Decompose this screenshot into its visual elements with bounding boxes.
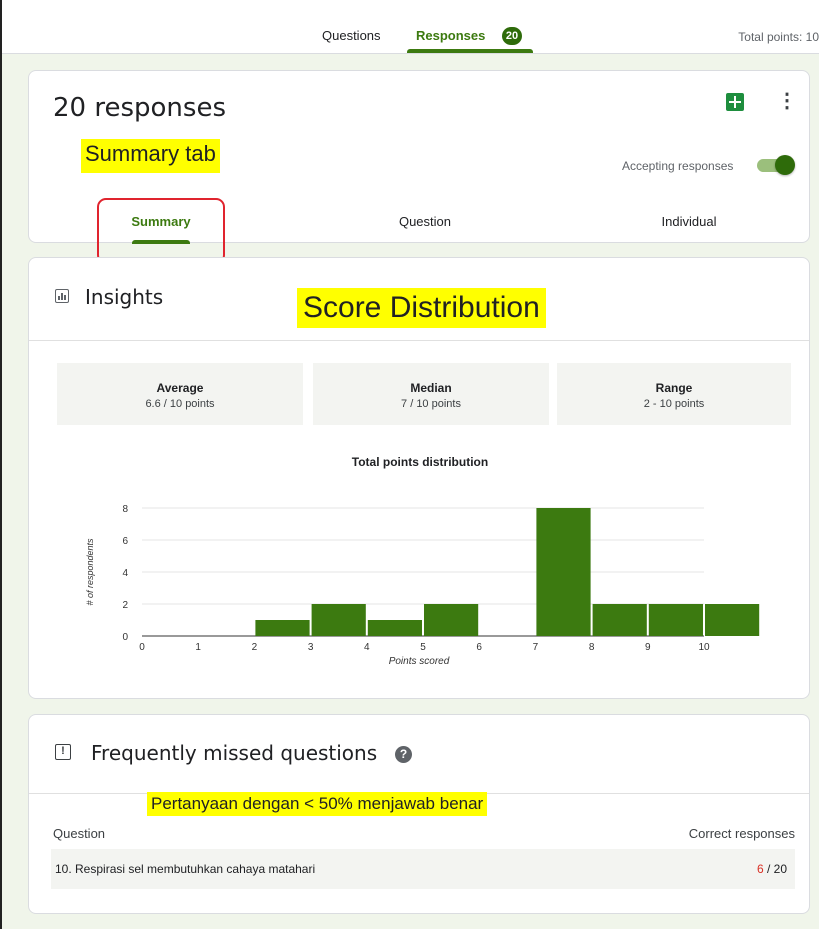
insights-title: Insights [85,285,164,309]
alert-icon: ! [55,744,71,760]
divider [29,340,809,341]
x-tick-label: 4 [364,642,370,653]
tab-responses[interactable]: Responses [416,28,485,43]
stat-value: 7 / 10 points [401,398,461,410]
missed-question-row[interactable]: 10. Respirasi sel membutuhkan cahaya mat… [51,849,795,889]
y-tick-label: 4 [122,568,128,579]
bar [705,604,760,636]
column-header-question: Question [53,826,106,841]
sheets-icon[interactable] [726,93,744,111]
page-title: 20 responses [53,93,226,123]
accepting-responses-toggle[interactable] [757,155,797,175]
y-tick-label: 0 [122,632,128,643]
stat-range: Range 2 - 10 points [557,363,791,425]
stat-value: 6.6 / 10 points [145,398,215,410]
stat-value: 2 - 10 points [643,398,705,410]
top-bar: Questions Responses 20 Total points: 10 [2,0,819,54]
bar [255,620,310,636]
insights-card: Insights Score Distribution Average 6.6 … [28,257,810,699]
x-tick-label: 7 [533,642,539,653]
correct-count: 6 [756,862,764,876]
responses-count-badge: 20 [502,27,522,45]
column-header-correct: Correct responses [688,826,795,841]
x-tick-label: 2 [252,642,258,653]
x-tick-label: 10 [698,642,710,653]
x-tick-label: 3 [308,642,314,653]
toggle-knob [775,155,795,175]
correct-score: 6 / 20 [757,862,787,876]
insights-chart-icon [55,289,69,303]
active-tab-indicator [407,49,533,53]
annotation-missed-questions: Pertanyaan dengan < 50% menjawab benar [147,792,488,816]
stat-label: Median [410,381,452,395]
accepting-responses-label: Accepting responses [622,159,734,173]
correct-total: / 20 [763,862,787,876]
x-tick-label: 0 [139,642,145,653]
responses-header-card: 20 responses ⋮ Summary tab Accepting res… [28,70,810,264]
points-distribution-chart: 0 2 4 6 8 0 1 2 3 4 5 6 7 8 9 10 Points scored # of respo… [85,504,760,667]
more-options-icon[interactable]: ⋮ [777,91,797,113]
x-axis-label: Points scored [389,656,450,667]
stat-median: Median 7 / 10 points [313,363,549,425]
help-icon[interactable]: ? [395,746,412,763]
bar [648,604,703,636]
tab-questions[interactable]: Questions [322,28,381,43]
bar [424,604,479,636]
bar [592,604,647,636]
y-tick-label: 2 [122,600,128,611]
x-tick-label: 9 [645,642,651,653]
x-tick-label: 8 [589,642,595,653]
total-points: Total points: 10 [738,30,819,44]
bar [536,508,591,636]
tab-question[interactable]: Question [389,214,461,229]
bar [367,620,422,636]
stat-average: Average 6.6 / 10 points [57,363,303,425]
bar [311,604,366,636]
annotation-score-distribution: Score Distribution [297,288,546,328]
x-tick-label: 6 [476,642,482,653]
question-text: 10. Respirasi sel membutuhkan cahaya mat… [55,862,316,876]
annotation-summary-tab: Summary tab [81,139,220,173]
frequently-missed-card: ! Frequently missed questions ? Pertanya… [28,714,810,914]
annotation-highlight-box [97,198,225,264]
frequently-missed-title: Frequently missed questions [91,741,378,765]
y-axis-label: # of respondents [85,538,95,606]
chart-title: Total points distribution [351,455,489,469]
stat-label: Average [156,381,204,395]
tab-individual[interactable]: Individual [651,214,727,229]
y-tick-label: 8 [122,504,128,515]
stat-label: Range [655,381,693,395]
x-tick-label: 1 [195,642,201,653]
x-tick-label: 5 [420,642,426,653]
y-tick-label: 6 [122,536,128,547]
